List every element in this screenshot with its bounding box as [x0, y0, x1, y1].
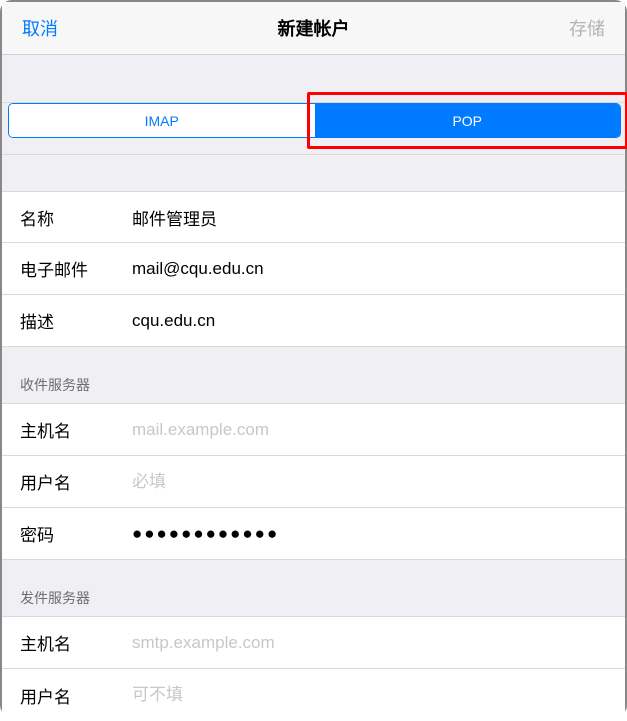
row-description: 描述	[2, 295, 625, 347]
row-name: 名称	[2, 191, 625, 243]
row-email: 电子邮件	[2, 243, 625, 295]
row-incoming-password: 密码 ●●●●●●●●●●●●	[2, 508, 625, 560]
incoming-host-input[interactable]	[132, 420, 607, 440]
spacer	[2, 155, 625, 191]
email-label: 电子邮件	[20, 256, 132, 281]
email-input[interactable]	[132, 259, 607, 279]
row-incoming-host: 主机名	[2, 404, 625, 456]
name-label: 名称	[20, 205, 132, 230]
incoming-user-input[interactable]	[132, 472, 607, 492]
segment-pop[interactable]: POP	[315, 104, 621, 137]
description-label: 描述	[20, 308, 132, 333]
row-outgoing-user: 用户名	[2, 669, 625, 721]
name-input[interactable]	[132, 207, 607, 227]
protocol-segmented-control: IMAP POP	[8, 103, 621, 138]
outgoing-user-label: 用户名	[20, 683, 132, 708]
outgoing-user-input[interactable]	[132, 685, 607, 705]
save-button[interactable]: 存储	[567, 11, 607, 45]
segmented-control-wrap: IMAP POP	[2, 103, 625, 155]
description-input[interactable]	[132, 311, 607, 331]
outgoing-server-header: 发件服务器	[2, 560, 625, 617]
segment-imap[interactable]: IMAP	[9, 104, 315, 137]
outgoing-host-input[interactable]	[132, 633, 607, 653]
row-incoming-user: 用户名	[2, 456, 625, 508]
incoming-password-value[interactable]: ●●●●●●●●●●●●	[132, 524, 279, 544]
incoming-host-label: 主机名	[20, 417, 132, 442]
cancel-button[interactable]: 取消	[20, 11, 60, 45]
incoming-user-label: 用户名	[20, 469, 132, 494]
page-title: 新建帐户	[278, 15, 350, 41]
incoming-server-header: 收件服务器	[2, 347, 625, 404]
navbar: 取消 新建帐户 存储	[2, 2, 625, 55]
spacer	[2, 55, 625, 103]
row-outgoing-host: 主机名	[2, 617, 625, 669]
outgoing-host-label: 主机名	[20, 630, 132, 655]
incoming-password-label: 密码	[20, 521, 132, 546]
